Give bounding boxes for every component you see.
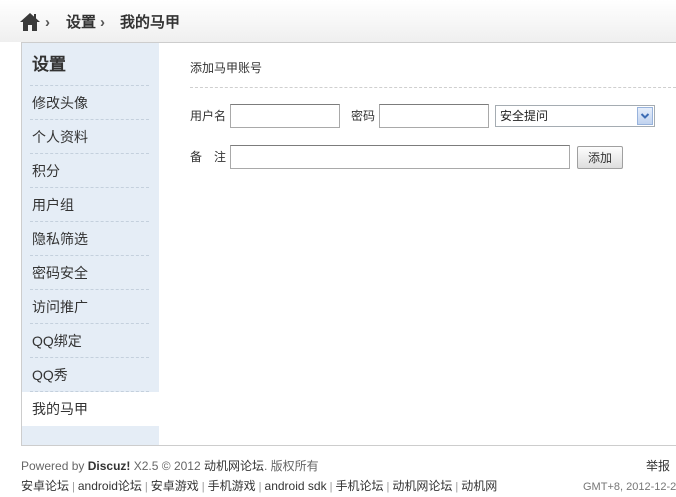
sidebar-item-privacy[interactable]: 隐私筛选 <box>22 222 159 256</box>
footer-link-separator: | <box>455 481 459 493</box>
rights-text: . 版权所有 <box>264 459 319 473</box>
footer-links: 安卓论坛 | android论坛 | 安卓游戏 | 手机游戏 | android sdk | 手机论… <box>21 478 497 495</box>
password-input[interactable] <box>379 104 489 128</box>
add-button[interactable]: 添加 <box>577 146 623 169</box>
sidebar-item-credits[interactable]: 积分 <box>22 154 159 188</box>
discuz-brand-link[interactable]: Discuz! <box>88 459 131 473</box>
note-input[interactable] <box>230 145 570 169</box>
version-text: X2.5 <box>133 459 159 473</box>
section-divider <box>190 87 676 88</box>
section-title: 添加马甲账号 <box>190 61 263 75</box>
footer-link[interactable]: android sdk <box>265 479 327 493</box>
footer-link-separator: | <box>144 481 148 493</box>
copyright-text: © 2012 <box>161 459 201 473</box>
footer-link-separator: | <box>72 481 75 493</box>
settings-panel: 设置 修改头像 个人资料 积分 用户组 隐私筛选 密码安全 访问推广 QQ绑定 … <box>21 42 676 446</box>
sidebar-item-sockpuppet[interactable]: 我的马甲 <box>22 392 159 426</box>
footer-link-separator: | <box>329 481 333 493</box>
footer-link-separator: | <box>386 481 390 493</box>
settings-sidebar: 设置 修改头像 个人资料 积分 用户组 隐私筛选 密码安全 访问推广 QQ绑定 … <box>22 43 159 445</box>
chevron-down-icon <box>637 107 653 125</box>
content-area: 添加马甲账号 用户名 密码 安全提问 备 注 添加 <box>159 43 676 445</box>
footer-link[interactable]: 动机网论坛 <box>392 479 452 493</box>
breadcrumb-item-current[interactable]: 我的马甲 <box>120 13 180 33</box>
sidebar-item-avatar[interactable]: 修改头像 <box>22 86 159 120</box>
footer-link-separator: | <box>258 481 262 493</box>
powered-by-text: Powered by <box>21 459 85 473</box>
password-label: 密码 <box>351 109 376 123</box>
sidebar-item-password-security[interactable]: 密码安全 <box>22 256 159 290</box>
sidebar-item-usergroup[interactable]: 用户组 <box>22 188 159 222</box>
footer-link[interactable]: 安卓论坛 <box>21 479 69 493</box>
report-link[interactable]: 举报 <box>646 458 670 474</box>
note-label: 备 注 <box>190 150 227 164</box>
sidebar-title: 设置 <box>22 43 159 86</box>
breadcrumb-separator: › <box>100 14 105 31</box>
footer-link-separator: | <box>201 481 205 493</box>
footer-copyright: Powered by Discuz! X2.5 © 2012 动机网论坛. 版权… <box>21 458 319 474</box>
sidebar-item-qq-bind[interactable]: QQ绑定 <box>22 324 159 358</box>
footer-link[interactable]: 动机网 <box>461 479 497 493</box>
breadcrumb-item-settings[interactable]: 设置 <box>66 13 96 33</box>
site-name-link[interactable]: 动机网论坛 <box>204 459 264 473</box>
sidebar-item-promotion[interactable]: 访问推广 <box>22 290 159 324</box>
footer-link[interactable]: 手机论坛 <box>335 479 383 493</box>
sidebar-item-profile[interactable]: 个人资料 <box>22 120 159 154</box>
home-icon[interactable] <box>19 12 41 32</box>
footer-link[interactable]: 手机游戏 <box>208 479 256 493</box>
breadcrumb: › 设置 › 我的马甲 <box>0 0 676 42</box>
username-input[interactable] <box>230 104 340 128</box>
security-question-select[interactable]: 安全提问 <box>495 105 655 127</box>
breadcrumb-separator: › <box>45 14 50 31</box>
username-label: 用户名 <box>190 109 227 123</box>
sidebar-item-qq-show[interactable]: QQ秀 <box>22 358 159 392</box>
footer-link[interactable]: 安卓游戏 <box>151 479 199 493</box>
timestamp: GMT+8, 2012-12-24 <box>583 481 676 493</box>
footer-link[interactable]: android论坛 <box>78 479 142 493</box>
security-question-value: 安全提问 <box>500 109 549 123</box>
